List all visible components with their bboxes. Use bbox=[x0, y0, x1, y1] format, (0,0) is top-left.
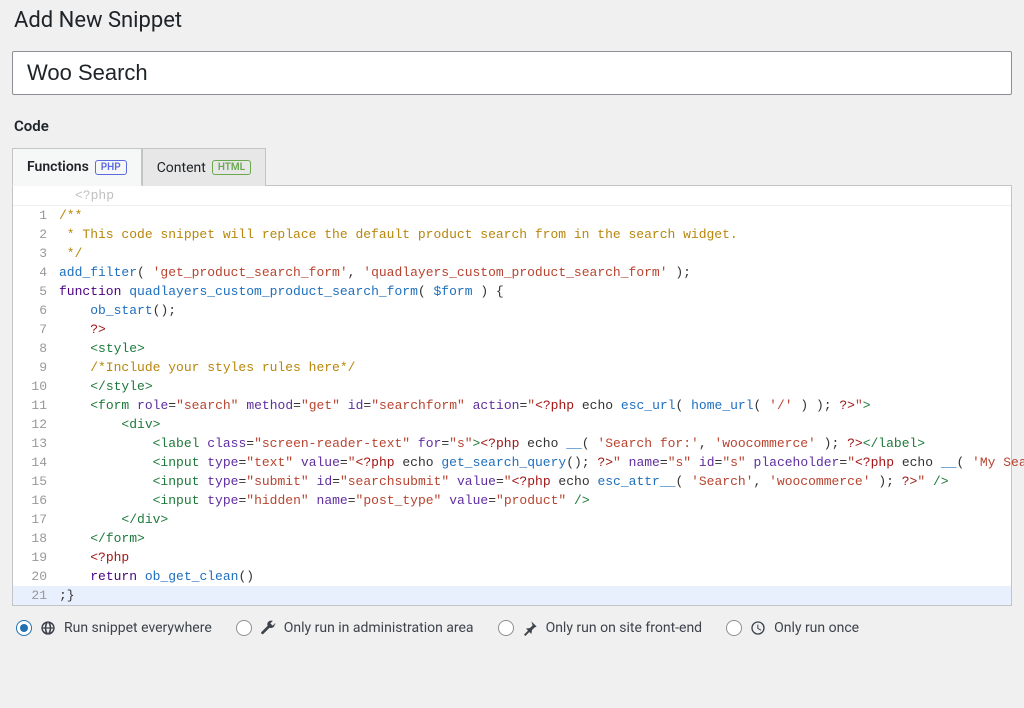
code-cell[interactable]: </style> bbox=[55, 377, 153, 396]
editor-tabs: Functions PHP Content HTML bbox=[12, 147, 1012, 186]
code-line[interactable]: 5function quadlayers_custom_product_sear… bbox=[13, 282, 1011, 301]
line-number: 18 bbox=[13, 529, 55, 548]
code-cell[interactable]: <input type="submit" id="searchsubmit" v… bbox=[55, 472, 949, 491]
code-cell[interactable]: return ob_get_clean() bbox=[55, 567, 254, 586]
code-line[interactable]: 12 <div> bbox=[13, 415, 1011, 434]
scope-label: Run snippet everywhere bbox=[64, 620, 212, 636]
code-line[interactable]: 17 </div> bbox=[13, 510, 1011, 529]
code-cell[interactable]: <label class="screen-reader-text" for="s… bbox=[55, 434, 925, 453]
snippet-title-input[interactable] bbox=[12, 51, 1012, 95]
code-cell[interactable]: <form role="search" method="get" id="sea… bbox=[55, 396, 871, 415]
code-cell[interactable]: <?php bbox=[55, 548, 129, 567]
code-cell[interactable]: */ bbox=[55, 244, 82, 263]
tab-label: Functions bbox=[27, 159, 89, 175]
line-number: 14 bbox=[13, 453, 55, 472]
line-number: 8 bbox=[13, 339, 55, 358]
line-number: 10 bbox=[13, 377, 55, 396]
line-number: 3 bbox=[13, 244, 55, 263]
code-cell[interactable]: <style> bbox=[55, 339, 145, 358]
line-number: 11 bbox=[13, 396, 55, 415]
tab-functions[interactable]: Functions PHP bbox=[12, 148, 142, 186]
radio-button[interactable] bbox=[16, 620, 32, 636]
code-cell[interactable]: <input type="text" value="<?php echo get… bbox=[55, 453, 1024, 472]
code-line[interactable]: 14 <input type="text" value="<?php echo … bbox=[13, 453, 1011, 472]
code-cell[interactable]: function quadlayers_custom_product_searc… bbox=[55, 282, 504, 301]
code-line[interactable]: 18 </form> bbox=[13, 529, 1011, 548]
editor-preamble: <?php bbox=[13, 186, 1011, 206]
scope-option[interactable]: Run snippet everywhere bbox=[16, 620, 212, 636]
code-cell[interactable]: * This code snippet will replace the def… bbox=[55, 225, 738, 244]
line-number: 1 bbox=[13, 206, 55, 225]
scope-option[interactable]: Only run once bbox=[726, 620, 859, 636]
code-cell[interactable]: </div> bbox=[55, 510, 168, 529]
code-line[interactable]: 8 <style> bbox=[13, 339, 1011, 358]
code-cell[interactable]: ob_start(); bbox=[55, 301, 176, 320]
code-cell[interactable]: ?> bbox=[55, 320, 106, 339]
code-cell[interactable]: <div> bbox=[55, 415, 160, 434]
radio-button[interactable] bbox=[236, 620, 252, 636]
line-number: 17 bbox=[13, 510, 55, 529]
code-cell[interactable]: </form> bbox=[55, 529, 145, 548]
code-line[interactable]: 16 <input type="hidden" name="post_type"… bbox=[13, 491, 1011, 510]
line-number: 4 bbox=[13, 263, 55, 282]
line-number: 9 bbox=[13, 358, 55, 377]
line-number: 13 bbox=[13, 434, 55, 453]
tab-badge: PHP bbox=[95, 160, 127, 175]
line-number: 7 bbox=[13, 320, 55, 339]
scope-options: Run snippet everywhere Only run in admini… bbox=[12, 606, 1012, 646]
code-line[interactable]: 15 <input type="submit" id="searchsubmit… bbox=[13, 472, 1011, 491]
scope-label: Only run once bbox=[774, 620, 859, 636]
code-line[interactable]: 11 <form role="search" method="get" id="… bbox=[13, 396, 1011, 415]
line-number: 19 bbox=[13, 548, 55, 567]
line-number: 16 bbox=[13, 491, 55, 510]
code-line[interactable]: 9 /*Include your styles rules here*/ bbox=[13, 358, 1011, 377]
code-cell[interactable]: add_filter( 'get_product_search_form', '… bbox=[55, 263, 691, 282]
line-number: 20 bbox=[13, 567, 55, 586]
line-number: 5 bbox=[13, 282, 55, 301]
radio-button[interactable] bbox=[726, 620, 742, 636]
code-line[interactable]: 3 */ bbox=[13, 244, 1011, 263]
code-editor[interactable]: <?php 1/**2 * This code snippet will rep… bbox=[12, 186, 1012, 606]
code-cell[interactable]: <input type="hidden" name="post_type" va… bbox=[55, 491, 590, 510]
code-line[interactable]: 20 return ob_get_clean() bbox=[13, 567, 1011, 586]
code-line[interactable]: 21;} bbox=[13, 586, 1011, 605]
code-line[interactable]: 2 * This code snippet will replace the d… bbox=[13, 225, 1011, 244]
code-line[interactable]: 4add_filter( 'get_product_search_form', … bbox=[13, 263, 1011, 282]
code-cell[interactable]: /*Include your styles rules here*/ bbox=[55, 358, 355, 377]
line-number: 6 bbox=[13, 301, 55, 320]
scope-label: Only run on site front-end bbox=[546, 620, 703, 636]
wrench-icon bbox=[260, 620, 276, 636]
clock-icon bbox=[750, 620, 766, 636]
code-line[interactable]: 7 ?> bbox=[13, 320, 1011, 339]
line-number: 15 bbox=[13, 472, 55, 491]
code-line[interactable]: 19 <?php bbox=[13, 548, 1011, 567]
code-cell[interactable]: /** bbox=[55, 206, 82, 225]
scope-option[interactable]: Only run on site front-end bbox=[498, 620, 703, 636]
tab-content[interactable]: Content HTML bbox=[142, 148, 266, 186]
code-section-label: Code bbox=[14, 117, 1012, 135]
line-number: 21 bbox=[13, 586, 55, 605]
globe-icon bbox=[40, 620, 56, 636]
scope-label: Only run in administration area bbox=[284, 620, 474, 636]
code-line[interactable]: 6 ob_start(); bbox=[13, 301, 1011, 320]
line-number: 2 bbox=[13, 225, 55, 244]
pin-icon bbox=[522, 620, 538, 636]
tab-label: Content bbox=[157, 160, 206, 176]
tab-badge: HTML bbox=[212, 160, 251, 175]
code-line[interactable]: 10 </style> bbox=[13, 377, 1011, 396]
code-line[interactable]: 13 <label class="screen-reader-text" for… bbox=[13, 434, 1011, 453]
radio-button[interactable] bbox=[498, 620, 514, 636]
code-cell[interactable]: ;} bbox=[55, 586, 75, 605]
code-line[interactable]: 1/** bbox=[13, 206, 1011, 225]
line-number: 12 bbox=[13, 415, 55, 434]
page-title: Add New Snippet bbox=[14, 8, 1012, 33]
scope-option[interactable]: Only run in administration area bbox=[236, 620, 474, 636]
